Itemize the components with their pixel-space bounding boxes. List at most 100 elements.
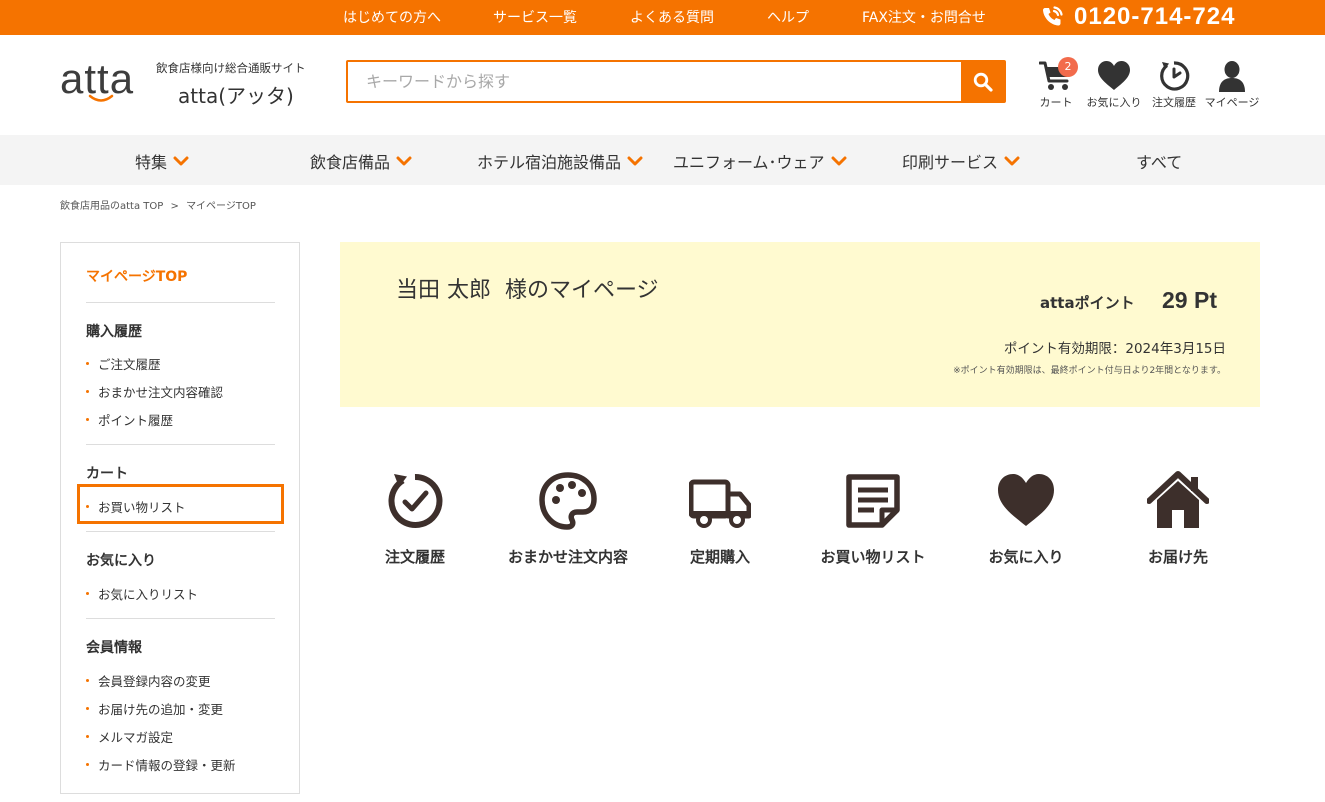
sidebar-item-label: おまかせ注文内容確認 <box>98 385 224 400</box>
breadcrumb: 飲食店用品のatta TOP > マイページTOP <box>60 197 260 212</box>
points-value: 29 Pt <box>1162 287 1217 313</box>
sidebar-item-order-history[interactable]: ご注文履歴 <box>86 354 161 373</box>
sidebar-item-newsletter[interactable]: メルマガ設定 <box>86 727 173 746</box>
history-icon <box>388 473 443 528</box>
phone-text: 0120-714-724 <box>1074 3 1236 30</box>
tile-subscription[interactable]: 定期購入 <box>645 470 795 567</box>
phone-icon <box>1043 6 1063 26</box>
nav-restaurant-supplies[interactable]: 飲食店備品 <box>310 149 412 173</box>
logo-smile-icon <box>88 94 114 102</box>
user-icon <box>1219 61 1245 92</box>
points-expiry: ポイント有効期限：2024年3月15日 <box>1003 341 1226 357</box>
sidebar-mypage-top[interactable]: マイページTOP <box>86 266 187 286</box>
tile-label: お買い物リスト <box>820 548 926 566</box>
heart-icon <box>998 474 1054 526</box>
sidebar-item-favorites-list[interactable]: お気に入りリスト <box>86 584 198 603</box>
sidebar-item-edit-address[interactable]: お届け先の追加・変更 <box>86 699 223 718</box>
bullet <box>86 735 89 738</box>
truck-icon <box>689 479 751 528</box>
phone-number[interactable]: 0120-714-724 <box>1040 2 1235 32</box>
header-favorites[interactable]: お気に入り <box>1082 60 1146 110</box>
sidebar-heading-member-info: 会員情報 <box>86 640 142 656</box>
sidebar-item-card-info[interactable]: カード情報の登録・更新 <box>86 755 236 774</box>
top-bar: はじめての方へ サービス一覧 よくある質問 ヘルプ FAX注文・お問合せ 012… <box>0 0 1325 35</box>
link-fax-contact[interactable]: FAX注文・お問合せ <box>862 7 986 27</box>
breadcrumb-home[interactable]: 飲食店用品のatta TOP <box>60 201 163 212</box>
header-order-history[interactable]: 注文履歴 <box>1142 60 1206 110</box>
header-mypage[interactable]: マイページ <box>1200 60 1264 110</box>
tile-label: おまかせ注文内容 <box>507 548 628 566</box>
link-faq[interactable]: よくある質問 <box>630 7 714 27</box>
bullet <box>86 707 89 710</box>
chevron-down-icon <box>1004 156 1020 165</box>
header-cart[interactable]: 2 カート <box>1024 57 1088 110</box>
nav-printing[interactable]: 印刷サービス <box>902 149 1020 173</box>
link-help[interactable]: ヘルプ <box>767 7 809 27</box>
nav-label: 飲食店備品 <box>310 153 391 172</box>
nav-label: 特集 <box>135 153 168 172</box>
tile-label: 定期購入 <box>689 548 750 566</box>
sidebar-item-point-history[interactable]: ポイント履歴 <box>86 410 173 429</box>
tile-label: お気に入り <box>988 548 1064 566</box>
sidebar-heading-favorites: お気に入り <box>86 553 156 569</box>
link-services[interactable]: サービス一覧 <box>493 7 577 27</box>
search-input[interactable] <box>348 62 961 101</box>
search-button[interactable] <box>961 62 1004 101</box>
search-icon <box>973 72 993 92</box>
nav-uniforms[interactable]: ユニフォーム･ウェア <box>673 149 847 173</box>
tile-label: 注文履歴 <box>384 548 445 566</box>
sidebar-item-shopping-list[interactable]: お買い物リスト <box>86 497 186 516</box>
nav-label: ホテル宿泊施設備品 <box>477 153 622 172</box>
bullet <box>86 763 89 766</box>
chevron-down-icon <box>627 156 643 165</box>
home-icon <box>1147 471 1209 528</box>
divider <box>86 302 275 303</box>
divider <box>86 531 275 532</box>
sidebar-item-label: お気に入りリスト <box>98 587 199 602</box>
favorites-label: お気に入り <box>1086 96 1142 109</box>
bullet <box>86 390 89 393</box>
link-beginners[interactable]: はじめての方へ <box>343 7 441 27</box>
heart-icon <box>1098 61 1130 90</box>
sidebar-item-label: 会員登録内容の変更 <box>98 674 211 689</box>
site-name: atta(アッタ) <box>178 84 294 108</box>
tile-favorites[interactable]: お気に入り <box>951 470 1101 567</box>
chevron-down-icon <box>396 156 412 165</box>
bullet <box>86 679 89 682</box>
sidebar-heading-purchase-history: 購入履歴 <box>86 324 142 340</box>
nav-hotel-supplies[interactable]: ホテル宿泊施設備品 <box>477 149 643 173</box>
sidebar-item-edit-member[interactable]: 会員登録内容の変更 <box>86 671 211 690</box>
breadcrumb-separator: > <box>170 201 179 212</box>
bullet <box>86 362 89 365</box>
chevron-down-icon <box>831 156 847 165</box>
sidebar-item-label: カード情報の登録・更新 <box>98 758 236 773</box>
tile-shopping-list[interactable]: お買い物リスト <box>798 470 948 567</box>
bullet <box>86 418 89 421</box>
nav-label: 印刷サービス <box>902 153 999 172</box>
sidebar-item-omakase-confirm[interactable]: おまかせ注文内容確認 <box>86 382 223 401</box>
bullet <box>86 592 89 595</box>
nav-features[interactable]: 特集 <box>135 149 189 173</box>
atta-logo[interactable]: atta <box>60 58 134 102</box>
nav-all[interactable]: すべて <box>1136 149 1182 173</box>
user-greeting: 当田 太郎 様のマイページ <box>396 278 659 303</box>
sidebar-item-label: ご注文履歴 <box>98 357 161 372</box>
sidebar-item-label: メルマガ設定 <box>98 730 174 745</box>
mypage-label: マイページ <box>1204 96 1260 109</box>
search-bar <box>346 60 1006 103</box>
history-icon <box>1160 61 1190 91</box>
tile-order-history[interactable]: 注文履歴 <box>340 470 490 567</box>
mypage-sidebar: マイページTOP 購入履歴 ご注文履歴 おまかせ注文内容確認 ポイント履歴 カー… <box>60 242 300 794</box>
sidebar-item-label: お買い物リスト <box>98 500 186 515</box>
tile-omakase-order[interactable]: おまかせ注文内容 <box>493 470 643 567</box>
sidebar-item-label: お届け先の追加・変更 <box>98 702 224 717</box>
sidebar-heading-cart: カート <box>86 466 128 482</box>
sidebar-item-label: ポイント履歴 <box>98 413 174 428</box>
breadcrumb-current: マイページTOP <box>186 201 256 212</box>
points-label: attaポイント <box>1040 294 1135 312</box>
site-subtitle: 飲食店様向け総合通販サイト <box>156 61 306 75</box>
tile-delivery-address[interactable]: お届け先 <box>1103 470 1253 567</box>
cart-count-badge: 2 <box>1058 57 1078 77</box>
divider <box>86 618 275 619</box>
nav-label: ユニフォーム･ウェア <box>673 153 825 172</box>
